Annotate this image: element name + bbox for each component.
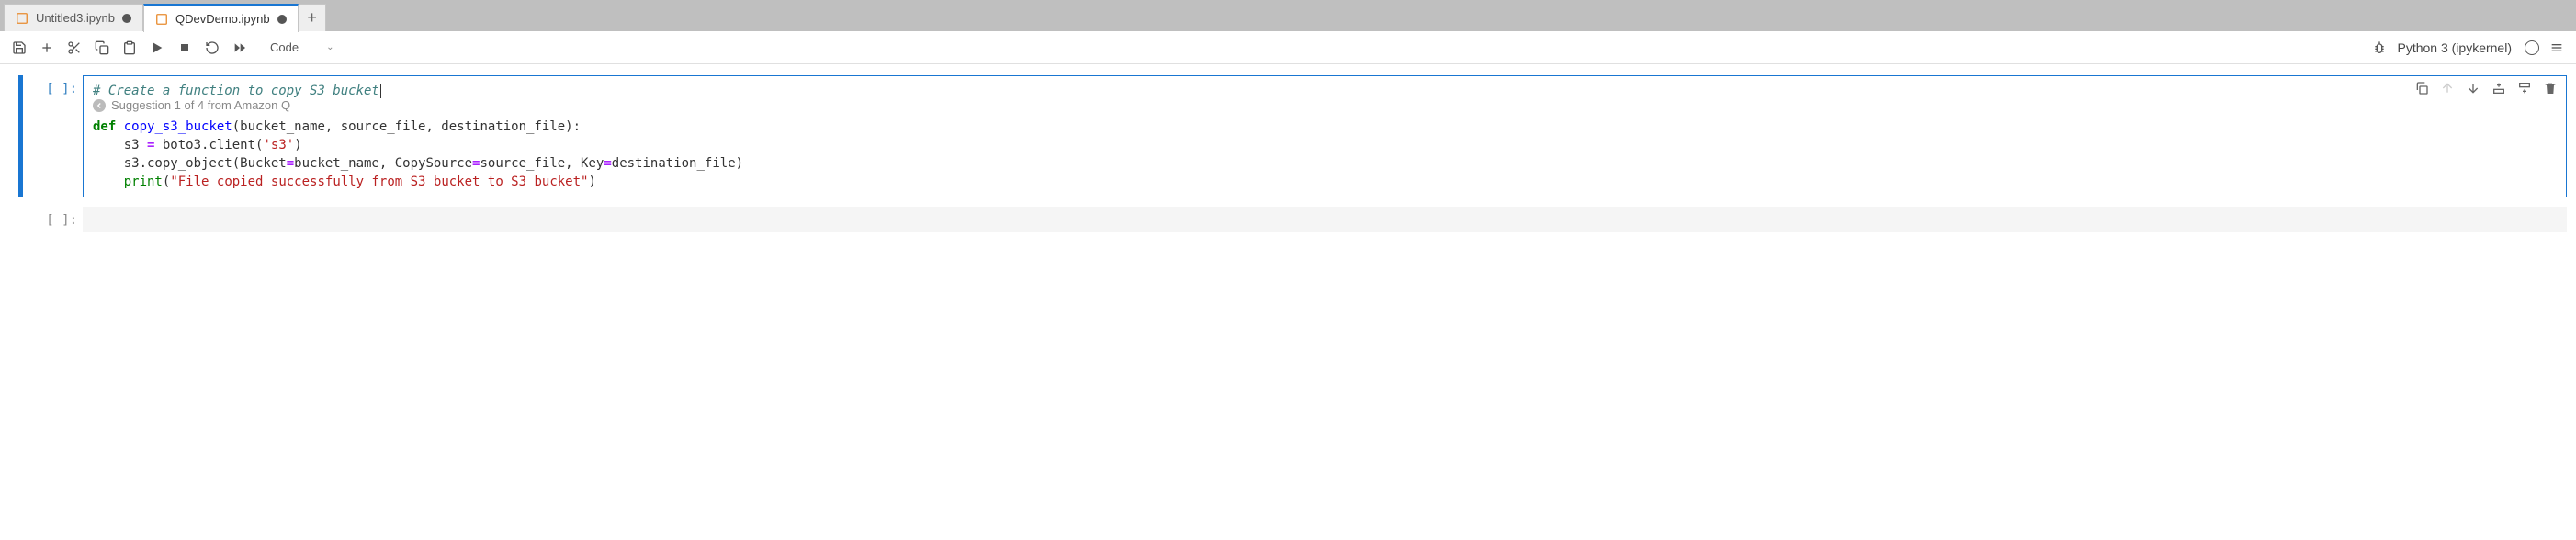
run-button[interactable]	[149, 39, 165, 56]
restart-kernel-button[interactable]	[204, 39, 220, 56]
suggestion-text: Suggestion 1 of 4 from Amazon Q	[111, 98, 290, 112]
chevron-left-icon	[93, 99, 106, 112]
insert-cell-below-button[interactable]	[2516, 80, 2533, 96]
paste-button[interactable]	[121, 39, 138, 56]
chevron-down-icon: ⌄	[326, 42, 333, 52]
menu-icon[interactable]	[2548, 39, 2565, 56]
modified-dot-icon	[122, 14, 131, 23]
cell-type-label: Code	[270, 40, 299, 54]
save-button[interactable]	[11, 39, 28, 56]
notebook-icon	[16, 12, 28, 25]
add-cell-button[interactable]	[39, 39, 55, 56]
notebook-area: [ ]:	[0, 64, 2576, 540]
code-content: def copy_s3_bucket(bucket_name, source_f…	[93, 118, 2557, 191]
cell-prompt: [ ]:	[23, 75, 83, 197]
bug-icon[interactable]	[2371, 39, 2388, 56]
add-tab-button[interactable]: +	[299, 4, 326, 31]
code-content: # Create a function to copy S3 bucket	[93, 82, 2557, 100]
tab-qdevdemo[interactable]: QDevDemo.ipynb	[143, 4, 299, 32]
tab-untitled3[interactable]: Untitled3.ipynb	[4, 4, 143, 31]
plus-icon: +	[307, 8, 317, 28]
code-cell[interactable]: [ ]:	[18, 207, 2567, 232]
cell-type-select[interactable]: Code ⌄	[266, 40, 337, 54]
stop-button[interactable]	[176, 39, 193, 56]
modified-dot-icon	[277, 15, 287, 24]
notebook-icon	[155, 13, 168, 26]
tab-bar: Untitled3.ipynb QDevDemo.ipynb +	[0, 0, 2576, 31]
notebook-toolbar: Code ⌄ Python 3 (ipykernel)	[0, 31, 2576, 64]
cell-toolbar	[2413, 80, 2559, 96]
copy-button[interactable]	[94, 39, 110, 56]
move-cell-down-button[interactable]	[2465, 80, 2481, 96]
insert-cell-above-button[interactable]	[2491, 80, 2507, 96]
cell-editor[interactable]: # Create a function to copy S3 bucket Su…	[83, 75, 2567, 197]
duplicate-cell-button[interactable]	[2413, 80, 2430, 96]
text-cursor	[380, 84, 381, 98]
delete-cell-button[interactable]	[2542, 80, 2559, 96]
cell-editor[interactable]	[83, 207, 2567, 232]
kernel-status-icon[interactable]	[2525, 40, 2539, 55]
code-cell[interactable]: [ ]:	[18, 75, 2567, 197]
cell-prompt: [ ]:	[23, 207, 83, 232]
code-comment: # Create a function to copy S3 bucket	[93, 84, 379, 98]
move-cell-up-button[interactable]	[2439, 80, 2456, 96]
cut-button[interactable]	[66, 39, 83, 56]
suggestion-badge[interactable]: Suggestion 1 of 4 from Amazon Q	[93, 98, 2557, 112]
tab-label: Untitled3.ipynb	[36, 11, 115, 25]
kernel-name[interactable]: Python 3 (ipykernel)	[2397, 40, 2512, 55]
run-all-button[interactable]	[232, 39, 248, 56]
tab-label: QDevDemo.ipynb	[175, 12, 270, 26]
